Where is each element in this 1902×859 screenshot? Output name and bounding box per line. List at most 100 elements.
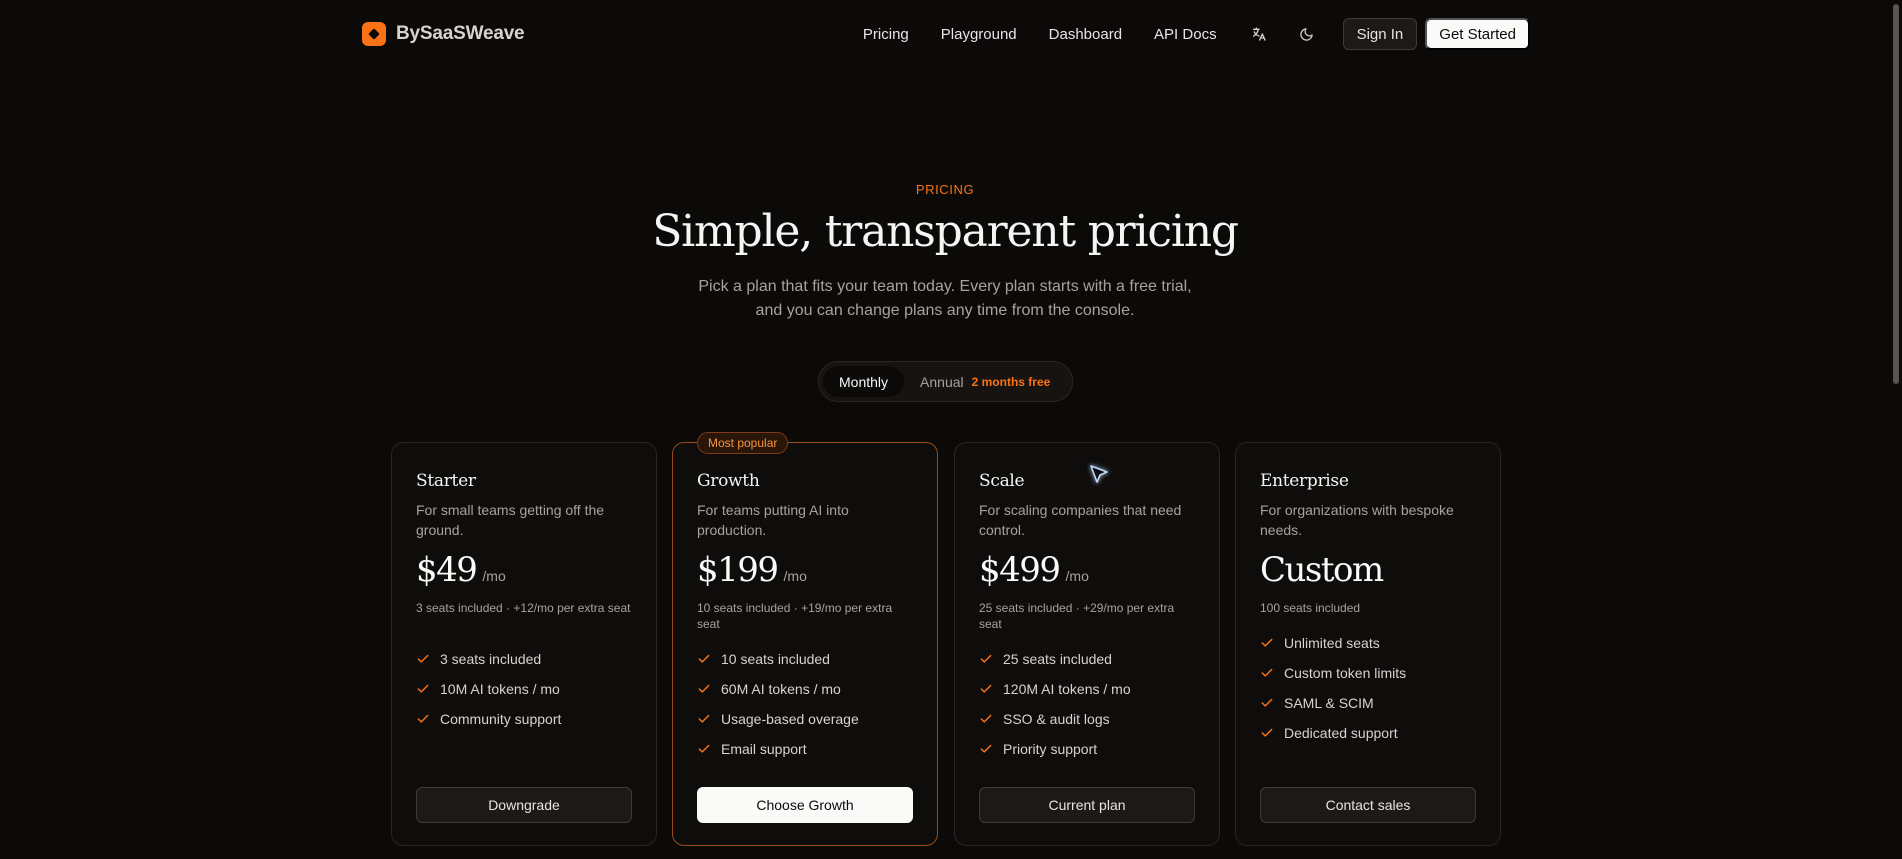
- feature-list: Unlimited seats Custom token limits SAML…: [1260, 628, 1476, 748]
- pricing-page: BySaaSWeave Pricing Playground Dashboard…: [0, 0, 1902, 859]
- feature-label: Priority support: [1003, 741, 1098, 757]
- contact-sales-button[interactable]: Contact sales: [1260, 787, 1476, 823]
- check-icon: [980, 684, 992, 693]
- feature-item: Usage-based overage: [697, 704, 913, 734]
- seats-note: 3 seats included · +12/mo per extra seat: [416, 601, 631, 615]
- plan-description: For teams putting AI into production.: [697, 502, 849, 538]
- check-icon: [698, 714, 710, 723]
- brand[interactable]: BySaaSWeave: [362, 22, 525, 46]
- plan-description: For scaling companies that need control.: [979, 502, 1182, 538]
- feature-label: Usage-based overage: [721, 711, 859, 727]
- choose-growth-button[interactable]: Choose Growth: [697, 787, 913, 823]
- plan-card-growth: Most popular Growth For teams putting AI…: [672, 432, 938, 846]
- billing-toggle: Monthly Annual 2 months free: [818, 361, 1073, 402]
- feature-label: Dedicated support: [1284, 725, 1398, 741]
- check-icon: [698, 684, 710, 693]
- brand-logo-icon: [362, 22, 386, 46]
- feature-item: 10M AI tokens / mo: [416, 674, 632, 704]
- plan-price: $499: [979, 550, 1061, 590]
- feature-item: Custom token limits: [1260, 658, 1476, 688]
- feature-item: Priority support: [979, 734, 1195, 764]
- plan-card-starter: Starter For small teams getting off the …: [391, 442, 657, 846]
- feature-label: Unlimited seats: [1284, 635, 1380, 651]
- nav-right: Pricing Playground Dashboard API Docs Si…: [863, 18, 1530, 50]
- plan-card-enterprise: Enterprise For organizations with bespok…: [1235, 442, 1501, 846]
- feature-item: Community support: [416, 704, 632, 734]
- feature-label: SAML & SCIM: [1284, 695, 1374, 711]
- feature-label: Custom token limits: [1284, 665, 1407, 681]
- feature-list: 3 seats included 10M AI tokens / mo Comm…: [416, 644, 632, 734]
- page-title: Simple, transparent pricing: [652, 206, 1239, 257]
- feature-label: Community support: [440, 711, 562, 727]
- feature-label: 10 seats included: [721, 651, 830, 667]
- plan-name: Growth: [697, 471, 760, 491]
- nav-link-dashboard[interactable]: Dashboard: [1049, 26, 1122, 43]
- feature-item: 10 seats included: [697, 644, 913, 674]
- feature-label: 120M AI tokens / mo: [1003, 681, 1131, 697]
- feature-item: SAML & SCIM: [1260, 688, 1476, 718]
- seats-note: 25 seats included · +29/mo per extra sea…: [979, 601, 1175, 631]
- feature-label: SSO & audit logs: [1003, 711, 1110, 727]
- scrollbar-thumb[interactable]: [1893, 4, 1899, 384]
- translate-icon[interactable]: [1247, 22, 1271, 46]
- section-eyebrow: PRICING: [915, 182, 975, 197]
- feature-item: SSO & audit logs: [979, 704, 1195, 734]
- annual-discount-badge: 2 months free: [971, 374, 1051, 389]
- feature-label: Email support: [721, 741, 807, 757]
- check-icon: [1261, 638, 1273, 647]
- top-nav: BySaaSWeave Pricing Playground Dashboard…: [362, 17, 1530, 51]
- feature-list: 10 seats included 60M AI tokens / mo Usa…: [697, 644, 913, 764]
- moon-icon[interactable]: [1295, 22, 1319, 46]
- feature-item: 120M AI tokens / mo: [979, 674, 1195, 704]
- sign-in-button[interactable]: Sign In: [1342, 18, 1418, 50]
- check-icon: [698, 744, 710, 753]
- feature-list: 25 seats included 120M AI tokens / mo SS…: [979, 644, 1195, 764]
- most-popular-badge: Most popular: [697, 432, 789, 454]
- feature-item: Unlimited seats: [1260, 628, 1476, 658]
- check-icon: [417, 714, 429, 723]
- feature-item: 25 seats included: [979, 644, 1195, 674]
- check-icon: [1261, 728, 1273, 737]
- get-started-button[interactable]: Get Started: [1425, 18, 1530, 50]
- feature-item: Dedicated support: [1260, 718, 1476, 748]
- feature-item: Email support: [697, 734, 913, 764]
- toggle-annual[interactable]: Annual 2 months free: [904, 366, 1062, 397]
- plan-description: For organizations with bespoke needs.: [1260, 502, 1454, 538]
- feature-label: 3 seats included: [440, 651, 542, 667]
- plan-name: Enterprise: [1260, 471, 1349, 491]
- plan-description: For small teams getting off the ground.: [416, 502, 605, 538]
- price-unit: /mo: [783, 568, 807, 584]
- nav-link-api-docs[interactable]: API Docs: [1154, 26, 1217, 43]
- feature-label: 10M AI tokens / mo: [440, 681, 560, 697]
- check-icon: [980, 744, 992, 753]
- toggle-annual-label: Annual: [920, 373, 964, 390]
- plan-price: $199: [697, 550, 779, 590]
- nav-link-playground[interactable]: Playground: [941, 26, 1017, 43]
- plan-card-scale: Scale For scaling companies that need co…: [954, 442, 1220, 846]
- check-icon: [980, 714, 992, 723]
- check-icon: [417, 684, 429, 693]
- nav-link-pricing[interactable]: Pricing: [863, 26, 909, 43]
- current-plan-button[interactable]: Current plan: [979, 787, 1195, 823]
- price-row: Custom: [1260, 550, 1476, 594]
- plan-name: Starter: [416, 471, 476, 491]
- downgrade-button[interactable]: Downgrade: [416, 787, 632, 823]
- feature-label: 60M AI tokens / mo: [721, 681, 841, 697]
- feature-label: 25 seats included: [1003, 651, 1112, 667]
- check-icon: [1261, 668, 1273, 677]
- check-icon: [1261, 698, 1273, 707]
- price-row: $199 /mo: [697, 550, 913, 594]
- feature-item: 3 seats included: [416, 644, 632, 674]
- page-subtitle: Pick a plan that fits your team today. E…: [698, 278, 1192, 319]
- feature-item: 60M AI tokens / mo: [697, 674, 913, 704]
- price-row: $499 /mo: [979, 550, 1195, 594]
- price-unit: /mo: [1065, 568, 1089, 584]
- plan-price: Custom: [1260, 550, 1384, 590]
- toggle-monthly[interactable]: Monthly: [823, 366, 905, 397]
- check-icon: [417, 654, 429, 663]
- page-scrollbar[interactable]: [1890, 0, 1902, 859]
- plan-price: $49: [416, 550, 478, 590]
- price-unit: /mo: [482, 568, 506, 584]
- brand-name: BySaaSWeave: [396, 23, 525, 44]
- cursor-arrow-icon: [1086, 462, 1112, 493]
